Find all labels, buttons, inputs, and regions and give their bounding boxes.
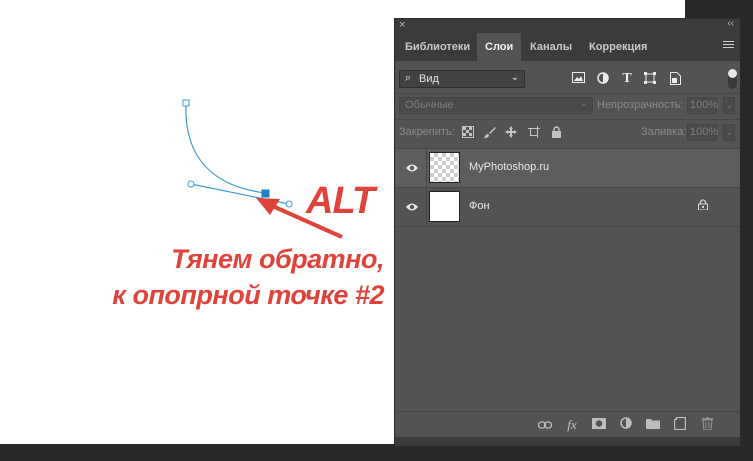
layers-list: MyPhotoshop.ru Фон <box>395 148 740 411</box>
annotation-line-2: к опопрной точке #2 <box>112 280 384 310</box>
layer-name[interactable]: MyPhotoshop.ru <box>469 161 549 173</box>
annotation-line-1: Тянем обратно, <box>171 244 384 274</box>
anchor-point-2 <box>261 189 270 198</box>
divider <box>395 119 740 120</box>
eye-icon[interactable] <box>405 200 419 214</box>
filter-toggle[interactable] <box>728 69 737 89</box>
panel-footer: fx <box>395 411 740 438</box>
bezier-path[interactable] <box>182 99 293 208</box>
layer-name[interactable]: Фон <box>469 200 490 212</box>
fill-chevron-icon[interactable]: ⌄ <box>723 124 735 141</box>
opacity-input[interactable]: 100% <box>687 97 718 114</box>
lock-icon <box>698 199 708 213</box>
search-icon: ⌕ <box>405 72 412 84</box>
new-group-icon[interactable] <box>645 417 661 433</box>
layers-panel: × ‹‹ Библиотеки Слои Каналы Коррекция ⌕ … <box>394 18 741 446</box>
lock-transparent-pixels-icon[interactable] <box>462 126 474 138</box>
layer-filter-value: Вид <box>419 73 439 85</box>
panel-resize-strip[interactable] <box>395 437 740 446</box>
lock-all-icon[interactable] <box>550 126 562 138</box>
chevron-down-icon: ⌄ <box>510 72 519 83</box>
layer-thumbnail[interactable] <box>429 152 460 183</box>
blend-mode-select[interactable]: Обычные ⌄ <box>399 97 593 114</box>
direction-handle-right <box>285 200 293 208</box>
add-mask-icon[interactable] <box>591 417 607 433</box>
close-panel-icon[interactable]: × <box>399 19 405 31</box>
collapse-panel-icon[interactable]: ‹‹ <box>727 18 734 29</box>
link-layers-icon[interactable] <box>537 417 553 433</box>
delete-layer-icon[interactable] <box>699 417 715 433</box>
anchor-point-1 <box>182 99 190 107</box>
lock-image-pixels-icon[interactable] <box>484 126 496 138</box>
tab-channels[interactable]: Каналы <box>522 33 580 61</box>
layer-row-myphotoshop[interactable]: MyPhotoshop.ru <box>395 149 740 187</box>
panel-tabs: Библиотеки Слои Каналы Коррекция <box>395 33 740 61</box>
chevron-down-icon: ⌄ <box>579 98 588 109</box>
shape-filter-icon[interactable] <box>643 72 657 86</box>
blend-mode-value: Обычные <box>405 99 454 111</box>
adjustment-filter-icon[interactable] <box>596 72 610 86</box>
layer-row-background[interactable]: Фон <box>395 188 740 226</box>
panel-titlebar: × ‹‹ <box>395 18 740 33</box>
tab-libraries[interactable]: Библиотеки <box>397 33 478 61</box>
annotation-alt: ALT <box>306 180 375 222</box>
tab-adjustments[interactable]: Коррекция <box>581 33 655 61</box>
new-layer-icon[interactable] <box>672 416 688 433</box>
type-filter-icon[interactable]: T <box>620 72 634 86</box>
lock-artboard-icon[interactable] <box>528 126 540 138</box>
eye-icon[interactable] <box>405 161 419 175</box>
layer-filter-select[interactable]: ⌕ Вид ⌄ <box>399 70 525 88</box>
divider <box>395 93 740 94</box>
divider <box>426 188 427 226</box>
lock-label: Закрепить: <box>399 126 455 138</box>
smart-object-filter-icon[interactable] <box>668 72 682 86</box>
fx-icon[interactable]: fx <box>564 417 580 433</box>
fill-input[interactable]: 100% <box>687 124 718 141</box>
direction-handle-left <box>187 180 195 188</box>
divider <box>395 226 740 227</box>
opacity-label: Непрозрачность: <box>597 99 684 111</box>
opacity-chevron-icon[interactable]: ⌄ <box>723 97 735 114</box>
fill-label: Заливка: <box>641 126 687 138</box>
layer-thumbnail[interactable] <box>429 191 460 222</box>
tab-layers[interactable]: Слои <box>477 33 522 61</box>
panel-menu-icon[interactable] <box>723 41 734 50</box>
image-filter-icon[interactable] <box>571 72 585 86</box>
lock-position-icon[interactable] <box>505 126 517 138</box>
divider <box>426 149 427 187</box>
adjustment-layer-icon[interactable] <box>618 417 634 433</box>
